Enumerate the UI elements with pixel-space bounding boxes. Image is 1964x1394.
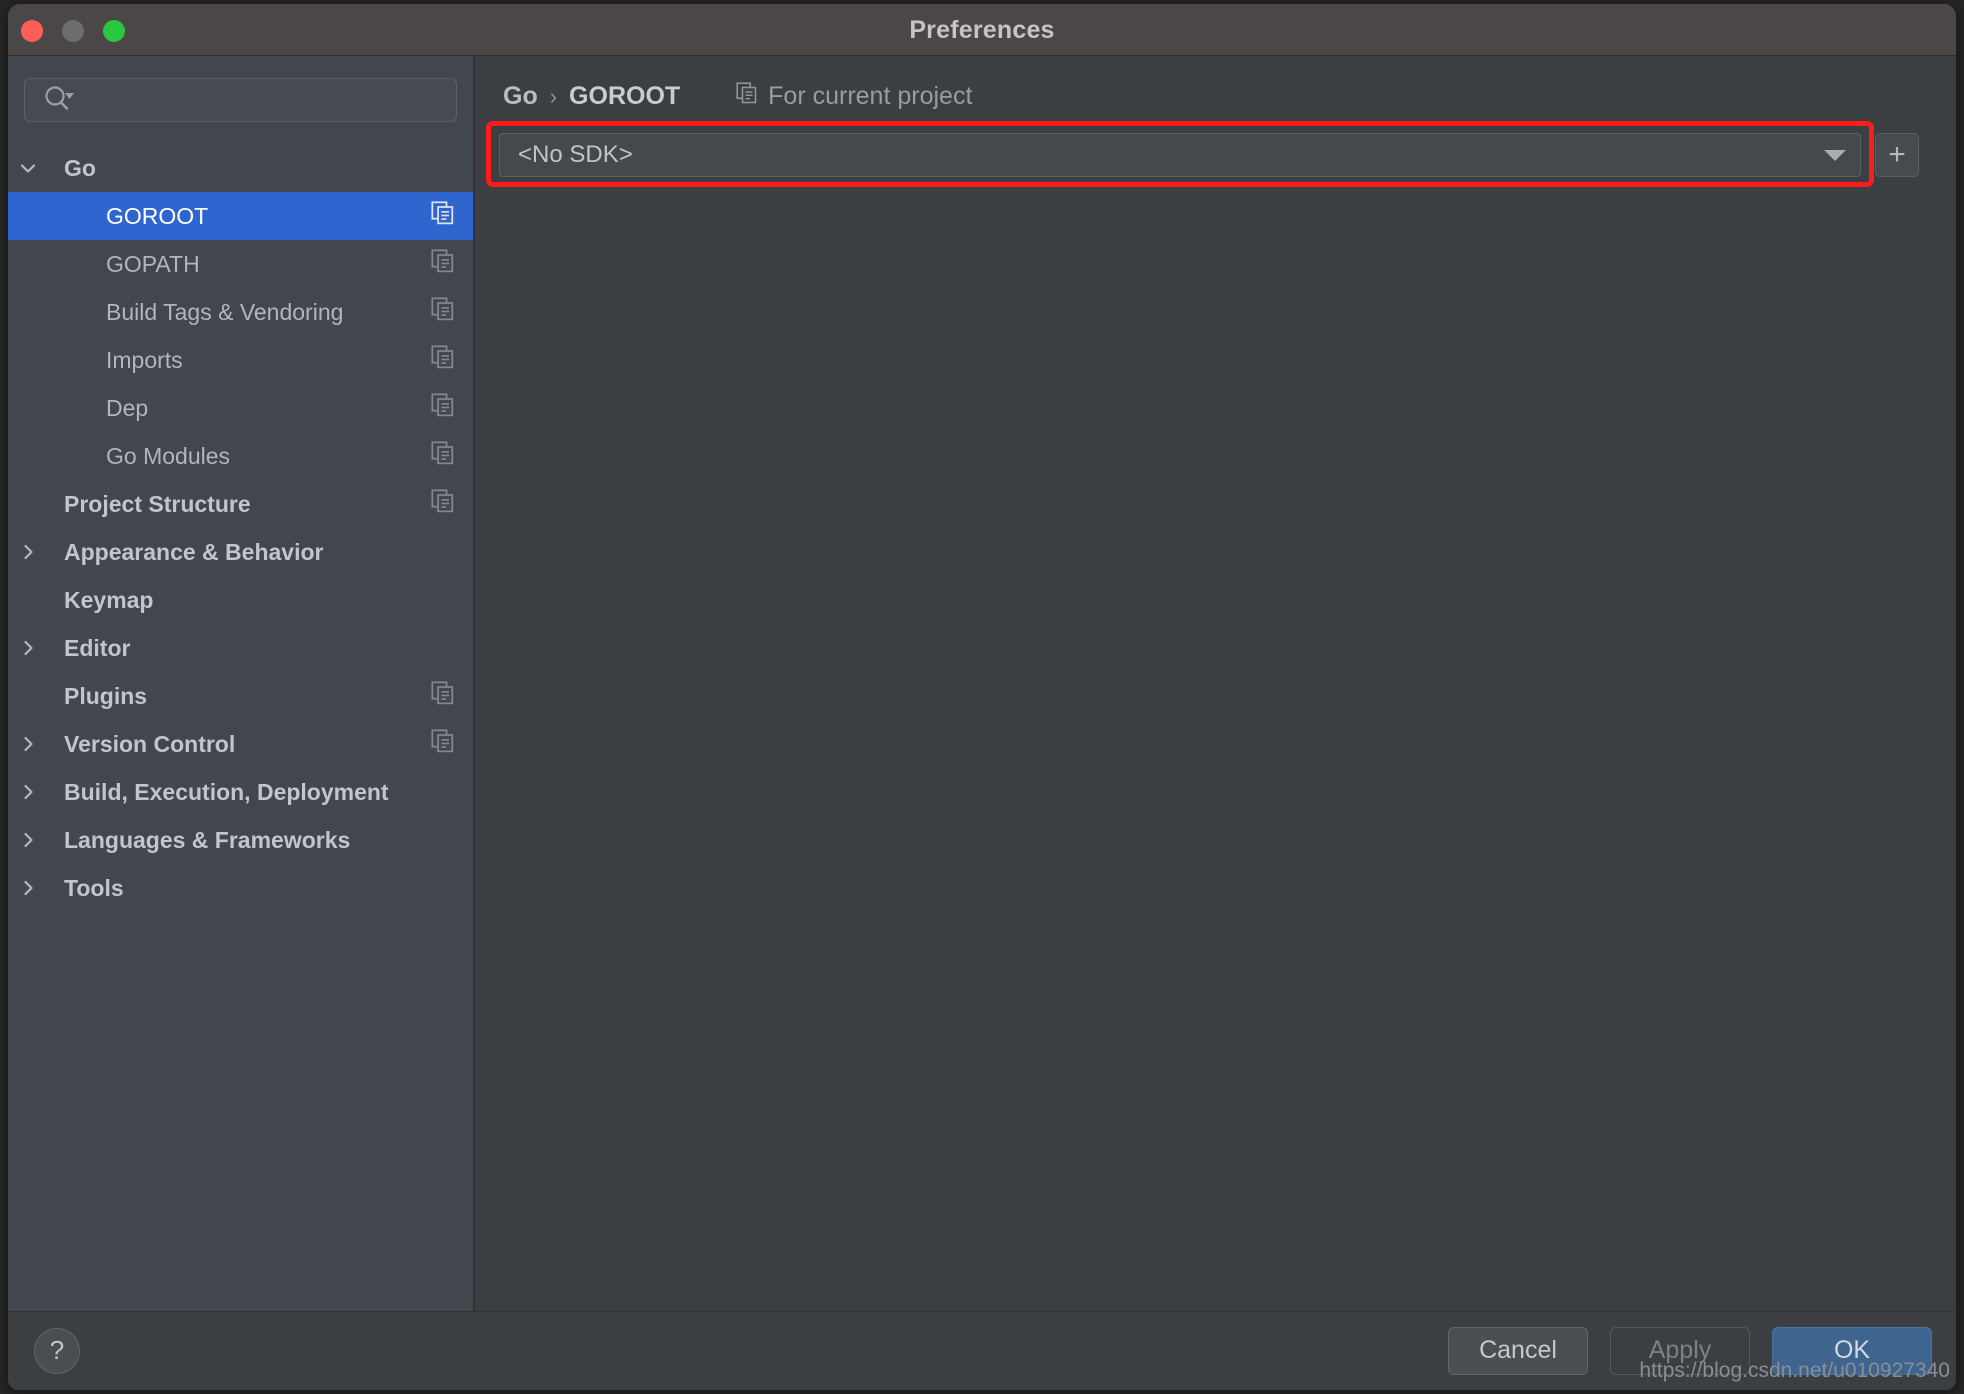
- sidebar-item-dep[interactable]: Dep: [8, 384, 473, 432]
- sidebar-item-label: Keymap: [64, 587, 455, 614]
- sidebar-item-go-modules[interactable]: Go Modules: [8, 432, 473, 480]
- project-scope-icon: [431, 729, 455, 759]
- help-icon: ?: [50, 1335, 64, 1366]
- window-titlebar: Preferences: [8, 4, 1956, 56]
- sidebar-item-label: GOPATH: [106, 251, 431, 278]
- sidebar-item-imports[interactable]: Imports: [8, 336, 473, 384]
- preferences-window: Preferences Go GOROOT GOPATH Build Tags & V…: [8, 4, 1956, 1390]
- sidebar-item-label: Version Control: [64, 731, 431, 758]
- project-scope-icon: [431, 297, 455, 327]
- project-scope-label: For current project: [768, 82, 972, 111]
- project-scope-icon: [431, 345, 455, 375]
- chevron-down-icon[interactable]: [8, 157, 48, 179]
- cancel-button[interactable]: Cancel: [1448, 1327, 1588, 1375]
- project-scope-icon: [431, 441, 455, 471]
- sidebar-item-label: Imports: [106, 347, 431, 374]
- sidebar-item-tools[interactable]: Tools: [8, 864, 473, 912]
- sidebar-item-label: Languages & Frameworks: [64, 827, 455, 854]
- sidebar-item-label: Build Tags & Vendoring: [106, 299, 431, 326]
- project-scope-icon: [431, 393, 455, 423]
- search-icon: [43, 85, 77, 116]
- sidebar-item-languages-frameworks[interactable]: Languages & Frameworks: [8, 816, 473, 864]
- sdk-selector-row: <No SDK> +: [499, 133, 1932, 177]
- chevron-down-icon: [1824, 150, 1846, 161]
- sidebar-item-label: Build, Execution, Deployment: [64, 779, 455, 806]
- add-sdk-button[interactable]: +: [1875, 133, 1919, 177]
- sidebar-item-label: Editor: [64, 635, 455, 662]
- sidebar-item-keymap[interactable]: Keymap: [8, 576, 473, 624]
- chevron-right-icon[interactable]: [8, 829, 48, 851]
- sidebar-item-build-execution-deployment[interactable]: Build, Execution, Deployment: [8, 768, 473, 816]
- help-button[interactable]: ?: [34, 1328, 80, 1374]
- dialog-body: Go GOROOT GOPATH Build Tags & Vendoring Impo…: [8, 56, 1956, 1311]
- sidebar-item-label: Tools: [64, 875, 455, 902]
- window-title: Preferences: [8, 16, 1956, 45]
- sidebar-item-editor[interactable]: Editor: [8, 624, 473, 672]
- sidebar-item-label: Go Modules: [106, 443, 431, 470]
- sidebar-item-appearance-behavior[interactable]: Appearance & Behavior: [8, 528, 473, 576]
- sidebar-item-label: Project Structure: [64, 491, 431, 518]
- sidebar-item-plugins[interactable]: Plugins: [8, 672, 473, 720]
- chevron-right-icon[interactable]: [8, 781, 48, 803]
- breadcrumb-current: GOROOT: [569, 82, 680, 111]
- project-scope-icon: [431, 249, 455, 279]
- sidebar-item-label: Go: [64, 155, 455, 182]
- project-scope-icon: [431, 489, 455, 519]
- sidebar-item-build-tags-vendoring[interactable]: Build Tags & Vendoring: [8, 288, 473, 336]
- search-container: [8, 56, 473, 122]
- search-input[interactable]: [24, 78, 457, 122]
- add-sdk-label: +: [1888, 140, 1906, 170]
- settings-main-panel: Go › GOROOT For current project: [475, 56, 1956, 1311]
- sidebar-item-label: GOROOT: [106, 203, 431, 230]
- sidebar-item-goroot[interactable]: GOROOT: [8, 192, 473, 240]
- project-scope-indicator: For current project: [736, 82, 972, 111]
- dialog-footer: ? Cancel Apply OK https://blog.csdn.net/…: [8, 1311, 1956, 1389]
- sidebar-item-label: Plugins: [64, 683, 431, 710]
- breadcrumb-separator: ›: [550, 84, 557, 110]
- chevron-right-icon[interactable]: [8, 541, 48, 563]
- project-scope-icon: [431, 201, 455, 231]
- sidebar-item-go[interactable]: Go: [8, 144, 473, 192]
- settings-tree: Go GOROOT GOPATH Build Tags & Vendoring Impo…: [8, 144, 473, 912]
- chevron-right-icon[interactable]: [8, 637, 48, 659]
- goroot-sdk-dropdown[interactable]: <No SDK>: [499, 133, 1861, 177]
- cancel-button-label: Cancel: [1479, 1336, 1557, 1365]
- sidebar-item-label: Appearance & Behavior: [64, 539, 455, 566]
- chevron-right-icon[interactable]: [8, 733, 48, 755]
- project-scope-icon: [431, 681, 455, 711]
- breadcrumb: Go › GOROOT For current project: [475, 56, 1956, 111]
- breadcrumb-root[interactable]: Go: [503, 82, 538, 111]
- sidebar-item-gopath[interactable]: GOPATH: [8, 240, 473, 288]
- watermark-text: https://blog.csdn.net/u010927340: [1639, 1359, 1950, 1383]
- sidebar-item-version-control[interactable]: Version Control: [8, 720, 473, 768]
- settings-sidebar: Go GOROOT GOPATH Build Tags & Vendoring Impo…: [8, 56, 475, 1311]
- sidebar-item-label: Dep: [106, 395, 431, 422]
- project-scope-icon: [736, 82, 758, 111]
- sdk-selected-value: <No SDK>: [518, 141, 1824, 169]
- sidebar-item-project-structure[interactable]: Project Structure: [8, 480, 473, 528]
- chevron-right-icon[interactable]: [8, 877, 48, 899]
